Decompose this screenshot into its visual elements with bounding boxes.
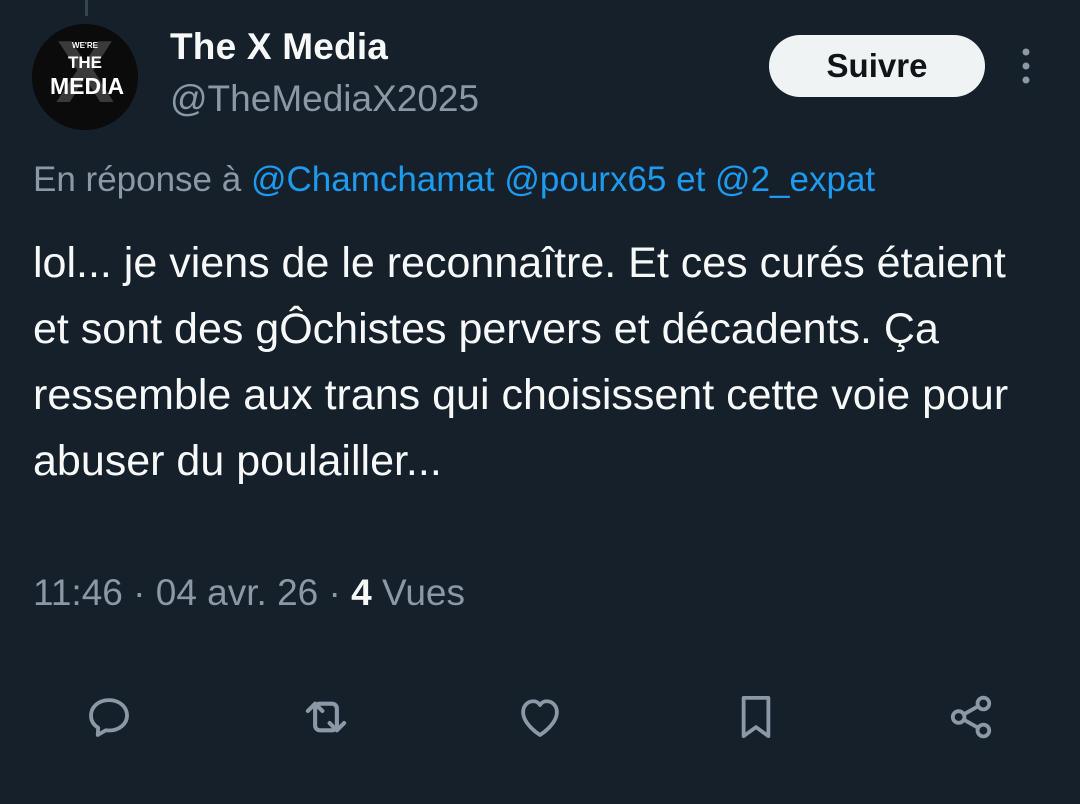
- author-handle[interactable]: @TheMediaX2025: [170, 78, 479, 120]
- mention-link[interactable]: @pourx65: [504, 160, 666, 199]
- meta-separator: ·: [133, 572, 146, 613]
- more-options-button[interactable]: [1008, 44, 1044, 88]
- share-button[interactable]: [934, 680, 1008, 754]
- tweet-meta: 11:46 · 04 avr. 26 · 4 Vues: [33, 572, 465, 614]
- more-vertical-icon: [1022, 48, 1030, 84]
- heart-icon: [521, 699, 559, 737]
- reply-prefix: En réponse à: [33, 160, 242, 199]
- like-button[interactable]: [503, 680, 577, 754]
- views-count: 4: [351, 572, 372, 613]
- meta-separator: ·: [328, 572, 341, 613]
- tweet-date[interactable]: 04 avr. 26: [156, 572, 319, 613]
- action-bar: [0, 680, 1080, 754]
- repost-icon: [305, 701, 347, 733]
- bookmark-icon: [741, 695, 771, 739]
- avatar-small-text: WE'RE: [72, 41, 99, 50]
- bookmark-button[interactable]: [719, 680, 793, 754]
- author-display-name[interactable]: The X Media: [170, 26, 388, 68]
- tweet-body-text: lol... je viens de le reconnaître. Et ce…: [33, 239, 1009, 485]
- mention-link[interactable]: @Chamchamat: [251, 160, 495, 199]
- avatar-line1-text: THE: [68, 53, 102, 72]
- avatar-line2-text: MEDIA: [50, 73, 124, 99]
- mention-link[interactable]: @2_expat: [715, 160, 875, 199]
- repost-button[interactable]: [289, 680, 363, 754]
- tweet-time[interactable]: 11:46: [33, 572, 123, 613]
- reply-context: En réponse à @Chamchamat @pourx65 et @2_…: [33, 160, 875, 200]
- reply-button[interactable]: [72, 680, 146, 754]
- share-icon: [950, 695, 992, 739]
- thread-connector-line: [85, 0, 88, 16]
- avatar-logo: X WE'RE THE MEDIA: [32, 24, 138, 130]
- follow-button[interactable]: Suivre: [769, 35, 985, 97]
- avatar[interactable]: X WE'RE THE MEDIA: [32, 24, 138, 130]
- reply-icon: [89, 698, 129, 737]
- views-label: Vues: [382, 572, 465, 613]
- reply-joiner: et: [676, 160, 706, 199]
